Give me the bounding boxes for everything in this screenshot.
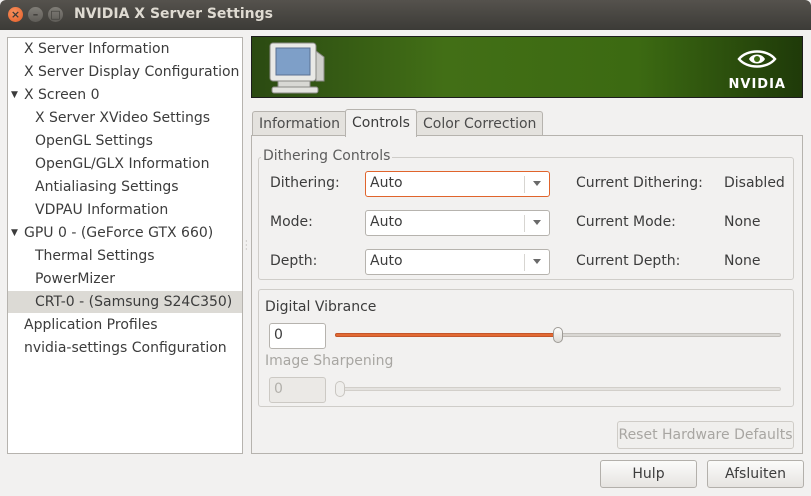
- sidebar-tree[interactable]: X Server Information X Server Display Co…: [7, 37, 243, 454]
- sidebar-item-x-server-display-configuration[interactable]: X Server Display Configuration: [24, 61, 239, 83]
- digital-vibrance-entry[interactable]: 0: [269, 323, 326, 349]
- sidebar-item-label: CRT-0 - (Samsung S24C350): [35, 294, 233, 310]
- window-title: NVIDIA X Server Settings: [74, 6, 273, 22]
- depth-combo-value: Auto: [370, 253, 403, 269]
- reset-hardware-defaults-button[interactable]: Reset Hardware Defaults: [617, 421, 794, 449]
- dithering-combo-value: Auto: [370, 175, 403, 191]
- digital-vibrance-slider-fill: [335, 333, 557, 337]
- digital-vibrance-slider-knob[interactable]: [553, 327, 563, 343]
- nvidia-logo: NVIDIA: [729, 47, 786, 92]
- chevron-down-icon: [533, 220, 541, 225]
- tab-controls[interactable]: Controls: [345, 109, 417, 137]
- tab-color-correction[interactable]: Color Correction: [416, 111, 544, 136]
- depth-label: Depth:: [270, 253, 318, 269]
- sidebar-item-opengl-glx-information[interactable]: OpenGL/GLX Information: [35, 153, 210, 175]
- title-bar: × – □ NVIDIA X Server Settings: [0, 0, 811, 30]
- page-banner: NVIDIA: [251, 36, 803, 98]
- dithering-combo[interactable]: Auto: [365, 171, 550, 197]
- sidebar-item-opengl-settings[interactable]: OpenGL Settings: [35, 130, 153, 152]
- digital-vibrance-value: 0: [274, 327, 283, 343]
- image-sharpening-slider-knob: [335, 381, 345, 397]
- minimize-window-button[interactable]: –: [28, 7, 43, 22]
- sidebar-item-thermal-settings[interactable]: Thermal Settings: [35, 245, 155, 267]
- depth-combo[interactable]: Auto: [365, 249, 550, 275]
- current-mode-value: None: [724, 214, 761, 230]
- image-sharpening-entry: 0: [269, 377, 326, 403]
- maximize-window-button[interactable]: □: [48, 7, 63, 22]
- nvidia-brand-text: NVIDIA: [728, 77, 786, 92]
- sidebar-item-application-profiles[interactable]: Application Profiles: [24, 314, 158, 336]
- pane-resize-handle[interactable]: · · ·: [245, 238, 248, 254]
- quit-button[interactable]: Afsluiten: [707, 460, 804, 488]
- current-depth-value: None: [724, 253, 761, 269]
- image-sharpening-value: 0: [274, 381, 283, 397]
- mode-combo[interactable]: Auto: [365, 210, 550, 236]
- help-button[interactable]: Hulp: [600, 460, 697, 488]
- current-dithering-label: Current Dithering:: [576, 175, 703, 191]
- sidebar-item-gpu-0[interactable]: GPU 0 - (GeForce GTX 660): [24, 222, 213, 244]
- sidebar-item-crt-0[interactable]: CRT-0 - (Samsung S24C350): [8, 291, 242, 313]
- sidebar-item-vdpau-information[interactable]: VDPAU Information: [35, 199, 168, 221]
- sidebar-item-antialiasing-settings[interactable]: Antialiasing Settings: [35, 176, 179, 198]
- expander-down-icon[interactable]: ▼: [11, 228, 18, 238]
- mode-combo-value: Auto: [370, 214, 403, 230]
- sidebar-item-nvidia-settings-configuration[interactable]: nvidia-settings Configuration: [24, 337, 227, 359]
- sidebar-item-x-screen-0[interactable]: X Screen 0: [24, 84, 100, 106]
- current-depth-label: Current Depth:: [576, 253, 681, 269]
- expander-down-icon[interactable]: ▼: [11, 90, 18, 100]
- digital-vibrance-label: Digital Vibrance: [265, 299, 377, 315]
- chevron-down-icon: [533, 181, 541, 186]
- sidebar-item-x-server-information[interactable]: X Server Information: [24, 38, 169, 60]
- dithering-label: Dithering:: [270, 175, 340, 191]
- image-sharpening-slider: [335, 387, 781, 391]
- close-window-button[interactable]: ×: [8, 7, 23, 22]
- mode-label: Mode:: [270, 214, 313, 230]
- monitor-icon: [269, 42, 325, 94]
- nvidia-eye-icon: [737, 50, 777, 68]
- sidebar-item-powermizer[interactable]: PowerMizer: [35, 268, 115, 290]
- dithering-controls-label: Dithering Controls: [261, 148, 393, 164]
- tab-information[interactable]: Information: [252, 111, 348, 136]
- sidebar-item-xvideo-settings[interactable]: X Server XVideo Settings: [35, 107, 210, 129]
- current-dithering-value: Disabled: [724, 175, 785, 191]
- current-mode-label: Current Mode:: [576, 214, 676, 230]
- chevron-down-icon: [533, 259, 541, 264]
- image-sharpening-label: Image Sharpening: [265, 353, 394, 369]
